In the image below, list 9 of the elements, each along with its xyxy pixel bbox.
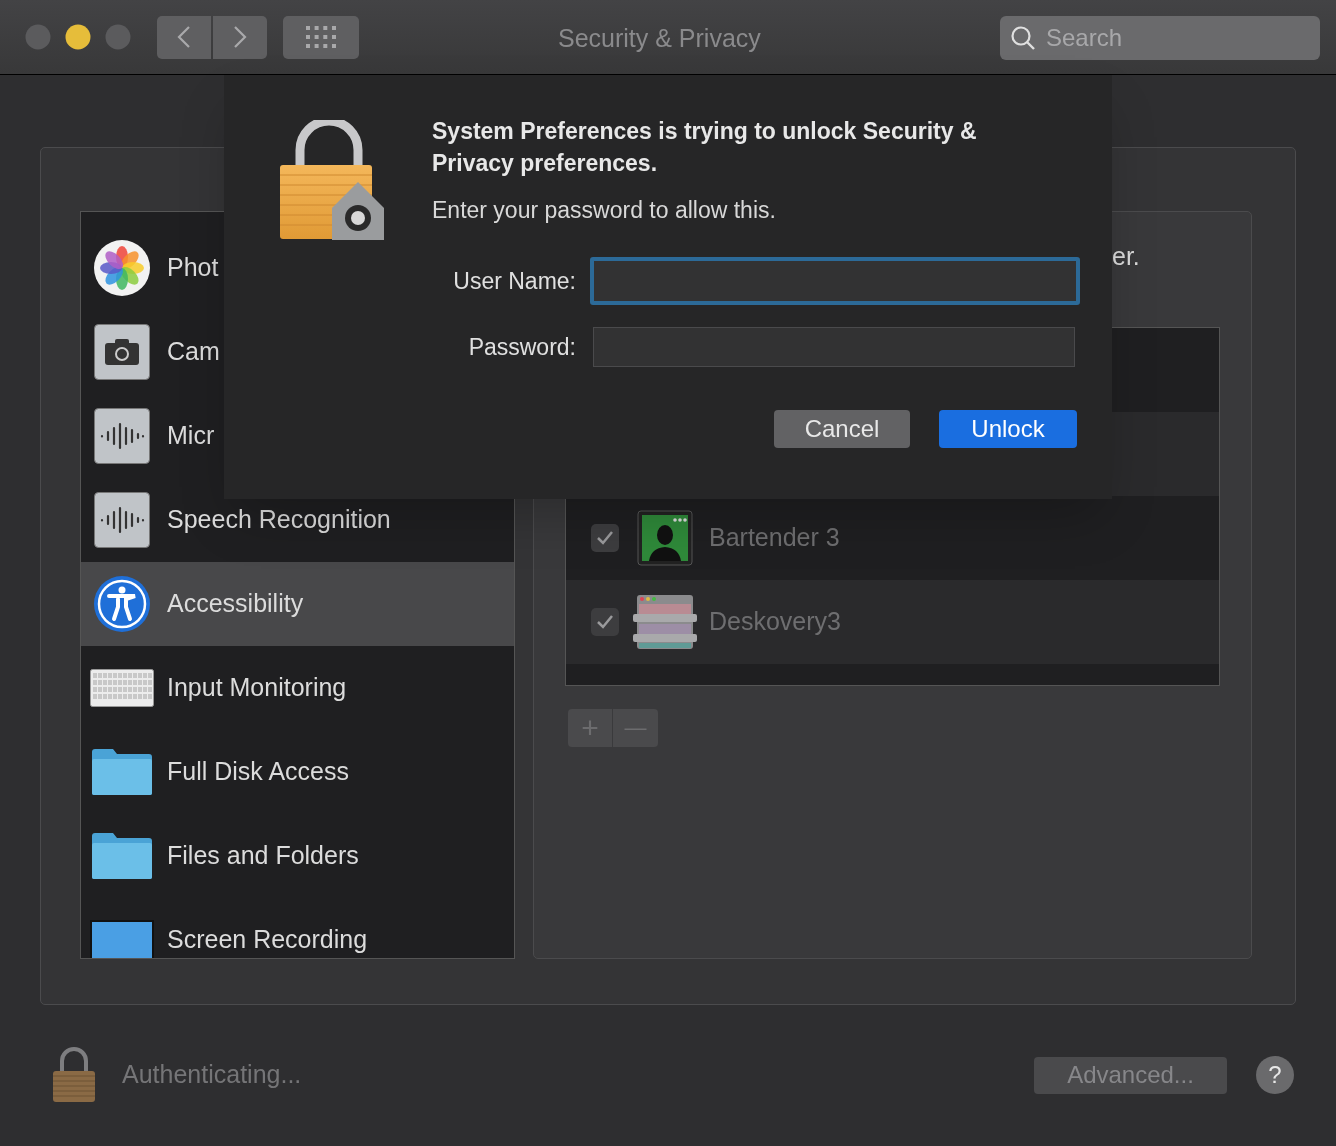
dialog-message: Enter your password to allow this. [432, 196, 777, 225]
status-text: Authenticating... [122, 1059, 302, 1091]
field-label: User Name: [453, 266, 576, 296]
field-label: Password: [468, 332, 576, 362]
panel-caption: er. [1112, 242, 1140, 270]
window-title: Security & Privacy [558, 23, 761, 53]
app-name: Deskovery3 [709, 606, 841, 638]
dialog-title: System Preferences is trying to unlock Security & Privacy preferences. [432, 117, 978, 178]
app-name: Bartender 3 [709, 522, 840, 554]
